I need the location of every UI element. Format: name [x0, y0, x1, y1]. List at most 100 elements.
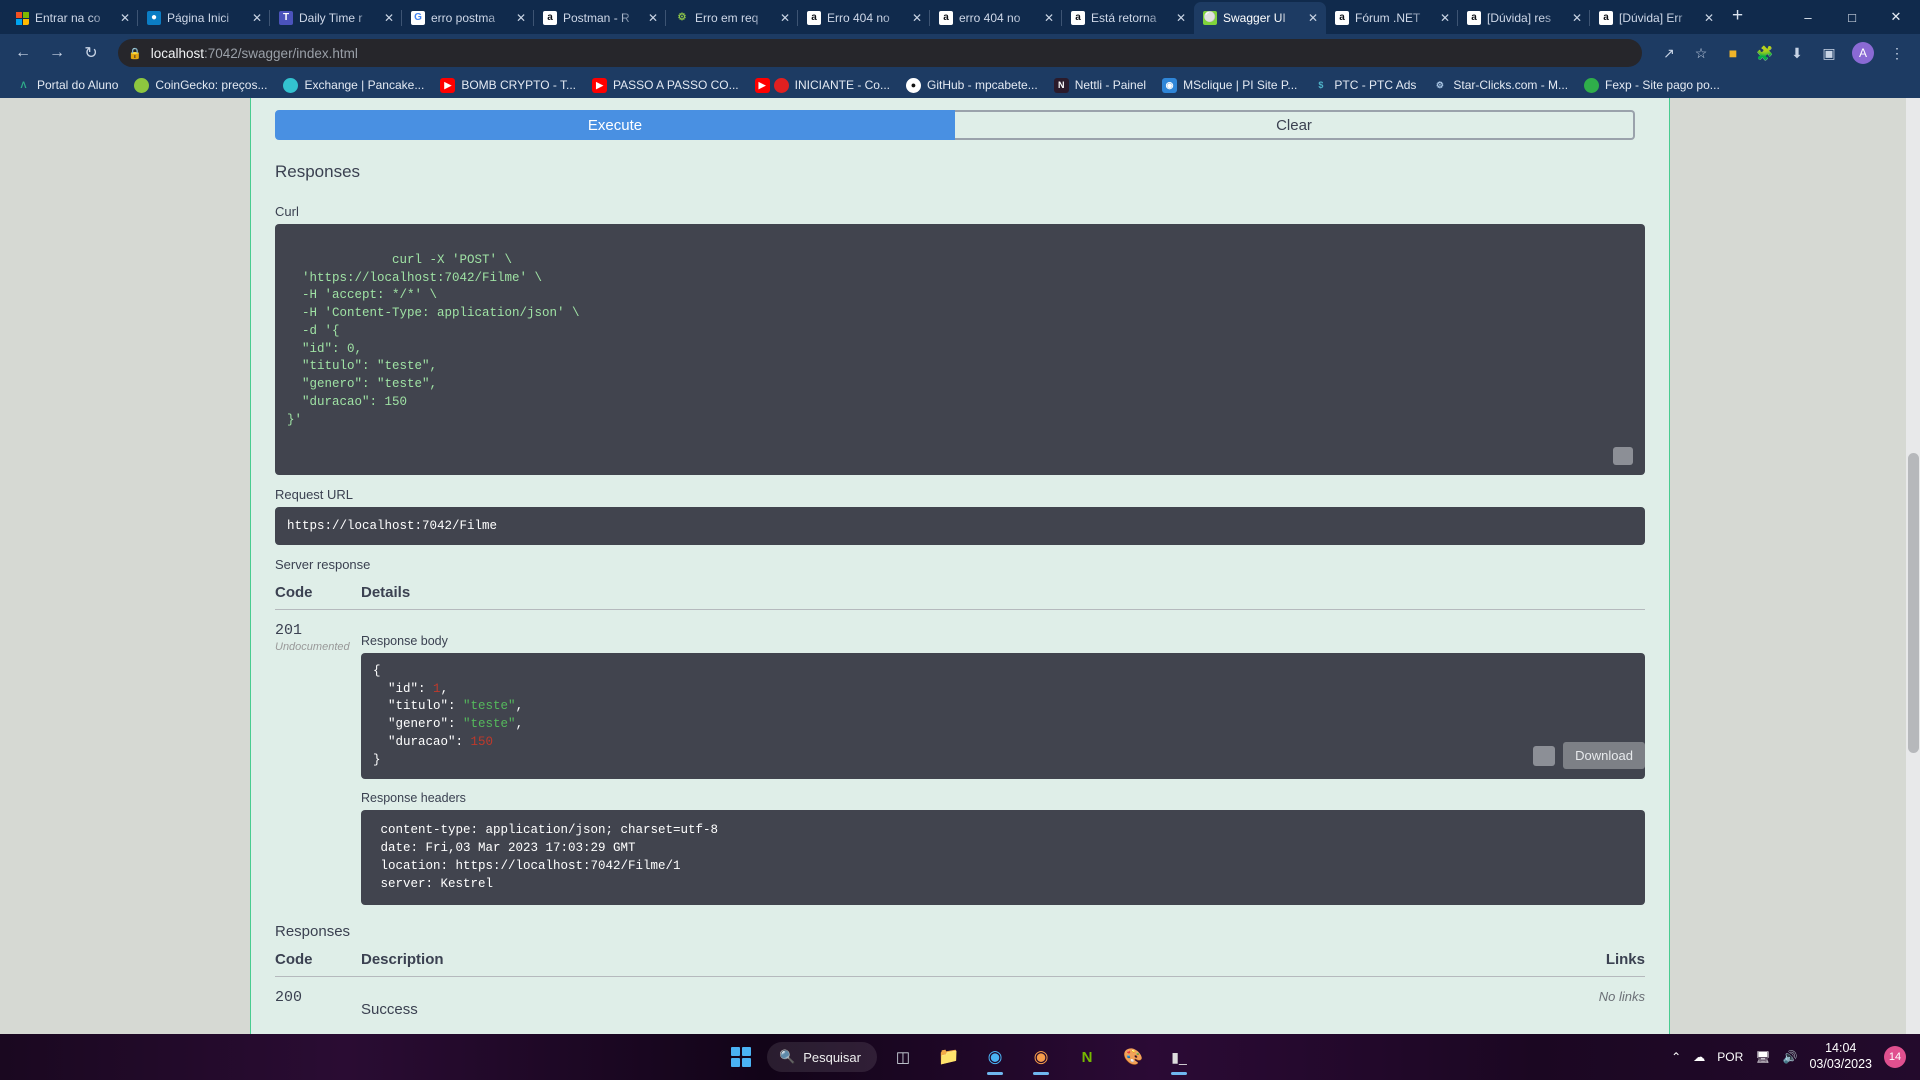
- close-window-button[interactable]: ✕: [1874, 0, 1918, 34]
- volume-icon[interactable]: 🔊: [1782, 1050, 1797, 1064]
- response-body-code-block[interactable]: { "id": 1, "titulo": "teste", "genero": …: [361, 652, 1645, 780]
- download-button[interactable]: Download: [1563, 742, 1645, 770]
- extensions-icon[interactable]: 🧩: [1750, 38, 1780, 68]
- response-body-text: { "id": 1, "titulo": "teste", "genero": …: [373, 663, 524, 767]
- tab-title: Erro 404 no: [827, 11, 890, 25]
- browser-tab[interactable]: a Fórum .NET ✕: [1326, 2, 1458, 34]
- browser-tab[interactable]: T Daily Time r ✕: [269, 2, 402, 34]
- file-explorer-button[interactable]: 📁: [929, 1037, 969, 1077]
- bookmark-item[interactable]: Fexp - Site pago po...: [1576, 74, 1728, 96]
- tab-title: Swagger UI: [1223, 11, 1286, 25]
- close-icon[interactable]: ✕: [910, 12, 924, 24]
- close-icon[interactable]: ✕: [382, 12, 396, 24]
- back-icon[interactable]: ←: [8, 38, 38, 68]
- response-code-200: 200: [275, 989, 303, 1007]
- browser-tab[interactable]: ● Página Inici ✕: [137, 2, 270, 34]
- new-tab-button[interactable]: +: [1722, 6, 1753, 29]
- sidebar-icon[interactable]: ▣: [1814, 38, 1844, 68]
- forward-icon[interactable]: →: [42, 38, 72, 68]
- search-input[interactable]: 🔍 Pesquisar: [767, 1042, 877, 1072]
- address-bar[interactable]: 🔒 localhost:7042/swagger/index.html: [118, 39, 1642, 67]
- minimize-button[interactable]: –: [1786, 0, 1830, 34]
- close-icon[interactable]: ✕: [118, 12, 132, 24]
- request-url-label: Request URL: [275, 486, 354, 502]
- browser-menu-icon[interactable]: ⋮: [1882, 38, 1912, 68]
- close-icon[interactable]: ✕: [646, 12, 660, 24]
- column-header-details: Details: [361, 583, 411, 601]
- paint-button[interactable]: 🎨: [1113, 1037, 1153, 1077]
- curl-code-block[interactable]: curl -X 'POST' \ 'https://localhost:7042…: [275, 224, 1645, 475]
- close-icon[interactable]: ✕: [778, 12, 792, 24]
- bookmark-label: CoinGecko: preços...: [155, 78, 268, 92]
- share-icon[interactable]: ↗: [1654, 38, 1684, 68]
- start-button[interactable]: [721, 1037, 761, 1077]
- close-icon[interactable]: ✕: [1042, 12, 1056, 24]
- bookmark-item[interactable]: Exchange | Pancake...: [275, 74, 432, 96]
- close-icon[interactable]: ✕: [1570, 12, 1584, 24]
- download-icon[interactable]: ⬇: [1782, 38, 1812, 68]
- response-code: 201 Undocumented: [275, 622, 361, 906]
- notification-badge[interactable]: 14: [1884, 1046, 1906, 1068]
- extension-puzzle-icon[interactable]: ■: [1718, 38, 1748, 68]
- onedrive-cloud-icon[interactable]: ☁: [1693, 1050, 1705, 1064]
- curl-code-text: curl -X 'POST' \ 'https://localhost:7042…: [287, 252, 580, 427]
- bookmark-item[interactable]: ▶ BOMB CRYPTO - T...: [432, 74, 584, 96]
- browser-tab[interactable]: ⚙ Erro em req ✕: [665, 2, 798, 34]
- bookmark-item[interactable]: ◉ MSclique | PI Site P...: [1154, 74, 1305, 96]
- maximize-button[interactable]: □: [1830, 0, 1874, 34]
- copy-icon[interactable]: [1613, 446, 1633, 465]
- browser-tab[interactable]: a Está retorna ✕: [1061, 2, 1194, 34]
- chrome-button[interactable]: ◉: [975, 1037, 1015, 1077]
- bookmark-item[interactable]: N Nettli - Painel: [1046, 74, 1154, 96]
- tab-title: erro postma: [431, 11, 496, 25]
- reload-icon[interactable]: ↻: [76, 38, 106, 68]
- terminal-button[interactable]: ▮_: [1159, 1037, 1199, 1077]
- bookmark-item[interactable]: ● GitHub - mpcabete...: [898, 74, 1046, 96]
- page-scrollbar[interactable]: [1906, 98, 1920, 1034]
- curl-label: Curl: [275, 204, 299, 219]
- clear-button[interactable]: Clear: [955, 110, 1635, 140]
- nvidia-button[interactable]: N: [1067, 1037, 1107, 1077]
- response-description: Success: [361, 989, 1525, 1018]
- tray-chevron-up-icon[interactable]: ⌃: [1671, 1050, 1681, 1064]
- bookmark-label: INICIANTE - Co...: [794, 78, 890, 92]
- address-host: localhost: [150, 45, 204, 61]
- tab-title: erro 404 no: [959, 11, 1021, 25]
- task-view-button[interactable]: ◫: [883, 1037, 923, 1077]
- browser-tab[interactable]: a [Dúvida] Err ✕: [1589, 2, 1722, 34]
- bookmark-item[interactable]: ▶ INICIANTE - Co...: [747, 74, 898, 96]
- browser-tab[interactable]: a Postman - R ✕: [533, 2, 666, 34]
- browser-tab-active[interactable]: ⚪ Swagger UI ✕: [1194, 2, 1326, 34]
- browser-tab[interactable]: G erro postma ✕: [401, 2, 534, 34]
- language-indicator[interactable]: POR: [1717, 1050, 1743, 1064]
- close-icon[interactable]: ✕: [1702, 12, 1716, 24]
- clock[interactable]: 14:04 03/03/2023: [1809, 1041, 1872, 1072]
- bookmark-item[interactable]: Λ Portal do Aluno: [8, 74, 126, 96]
- bookmark-item[interactable]: $ PTC - PTC Ads: [1305, 74, 1424, 96]
- network-icon[interactable]: 🖥: [1755, 1050, 1770, 1064]
- scrollbar-thumb[interactable]: [1908, 453, 1919, 753]
- bookmark-item[interactable]: CoinGecko: preços...: [126, 74, 275, 96]
- close-icon[interactable]: ✕: [1174, 12, 1188, 24]
- browser-tab[interactable]: a Erro 404 no ✕: [797, 2, 930, 34]
- undocumented-label: Undocumented: [275, 640, 350, 653]
- close-icon[interactable]: ✕: [1438, 12, 1452, 24]
- avatar[interactable]: A: [1852, 42, 1874, 64]
- browser-tab[interactable]: Entrar na co ✕: [6, 2, 138, 34]
- browser-tab[interactable]: a [Dúvida] res ✕: [1457, 2, 1590, 34]
- copy-icon[interactable]: [1533, 745, 1556, 766]
- github-icon: ●: [905, 77, 921, 93]
- star-icon[interactable]: ☆: [1686, 38, 1716, 68]
- close-icon[interactable]: ✕: [514, 12, 528, 24]
- edge-button[interactable]: ◉: [1021, 1037, 1061, 1077]
- execute-button[interactable]: Execute: [275, 110, 955, 140]
- system-tray: ⌃ ☁ POR 🖥 🔊 14:04 03/03/2023 14: [1671, 1041, 1914, 1072]
- close-icon[interactable]: ✕: [1306, 12, 1320, 24]
- response-headers-block: content-type: application/json; charset=…: [361, 810, 1645, 906]
- bookmark-item[interactable]: ⚙ Star-Clicks.com - M...: [1424, 74, 1576, 96]
- bookmark-item[interactable]: ▶ PASSO A PASSO CO...: [584, 74, 747, 96]
- close-icon[interactable]: ✕: [250, 12, 264, 24]
- msclique-icon: ◉: [1162, 77, 1178, 93]
- tab-title: [Dúvida] Err: [1619, 11, 1683, 25]
- browser-tab[interactable]: a erro 404 no ✕: [929, 2, 1062, 34]
